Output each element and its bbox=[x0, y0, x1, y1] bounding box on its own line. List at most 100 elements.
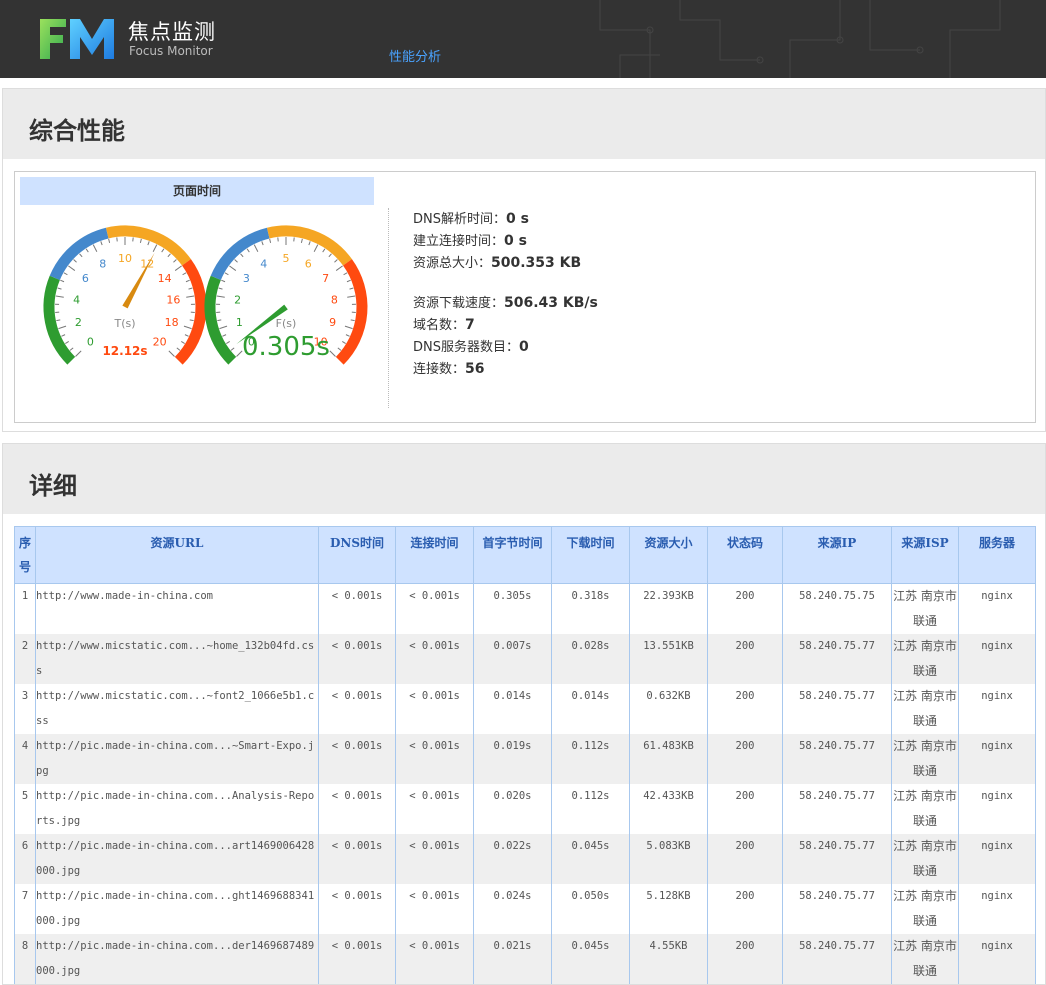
gauge-t-tick bbox=[148, 241, 149, 245]
logo-english-name: Focus Monitor bbox=[129, 44, 213, 58]
gauge-f-tick-label: 8 bbox=[331, 293, 338, 306]
gauge-f-tick-label: 2 bbox=[234, 293, 241, 306]
gauge-t-tick bbox=[186, 296, 194, 297]
gauge-t-axis-label: T(s) bbox=[113, 317, 135, 330]
cell-status: 200 bbox=[708, 584, 783, 635]
col-header-dns-time[interactable]: DNS时间 bbox=[319, 527, 396, 584]
col-header-url[interactable]: 资源URL bbox=[36, 527, 319, 584]
col-header-status[interactable]: 状态码 bbox=[708, 527, 783, 584]
cell-source-isp: 江苏 南京市 联通 bbox=[892, 884, 959, 934]
cell-url[interactable]: http://www.micstatic.com...~font2_1066e5… bbox=[36, 684, 319, 734]
cell-index: 2 bbox=[15, 634, 36, 684]
gauge-t-tick-label: 0 bbox=[87, 336, 94, 349]
table-row: 2http://www.micstatic.com...~home_132b04… bbox=[15, 634, 1036, 684]
details-title: 详细 bbox=[29, 466, 77, 501]
cell-first-byte-time: 0.024s bbox=[474, 884, 552, 934]
cell-index: 3 bbox=[15, 684, 36, 734]
cell-first-byte-time: 0.022s bbox=[474, 834, 552, 884]
col-header-size[interactable]: 资源大小 bbox=[630, 527, 708, 584]
col-header-connect-time[interactable]: 连接时间 bbox=[396, 527, 474, 584]
stat-download-speed: 资源下载速度：506.43 KB/s bbox=[413, 292, 598, 314]
cell-url[interactable]: http://pic.made-in-china.com...art146900… bbox=[36, 834, 319, 884]
cell-url[interactable]: http://www.micstatic.com...~home_132b04f… bbox=[36, 634, 319, 684]
cell-download-time: 0.045s bbox=[552, 834, 630, 884]
gauge-f-tick bbox=[342, 341, 345, 343]
cell-index: 6 bbox=[15, 834, 36, 884]
gauge-band bbox=[210, 278, 232, 361]
gauge-t-tick-label: 12 bbox=[140, 257, 154, 270]
cell-first-byte-time: 0.305s bbox=[474, 584, 552, 635]
gauge-t-tick bbox=[58, 326, 66, 328]
cell-source-ip: 58.240.75.77 bbox=[783, 884, 892, 934]
nav-performance-analysis[interactable]: 性能分析 bbox=[389, 46, 441, 65]
gauge-t-tick bbox=[175, 266, 181, 271]
gauge-t-tick bbox=[173, 259, 176, 262]
overview-header: 综合性能 bbox=[3, 89, 1045, 159]
gauge-t-tick bbox=[76, 351, 82, 357]
cell-connect-time: < 0.001s bbox=[396, 734, 474, 784]
stat-domain-count: 域名数：7 bbox=[413, 314, 598, 336]
gauge-t-tick bbox=[58, 288, 62, 289]
gauge-f-tick bbox=[219, 326, 227, 328]
stat-total-size: 资源总大小：500.353 KB bbox=[413, 252, 598, 274]
stat-connection-count: 连接数：56 bbox=[413, 358, 598, 380]
cell-download-time: 0.112s bbox=[552, 784, 630, 834]
cell-first-byte-time: 0.019s bbox=[474, 734, 552, 784]
gauge-f-axis-label: F(s) bbox=[276, 317, 297, 330]
gauge-f-tick bbox=[226, 341, 229, 343]
col-header-source-ip[interactable]: 来源IP bbox=[783, 527, 892, 584]
cell-url[interactable]: http://pic.made-in-china.com...Analysis-… bbox=[36, 784, 319, 834]
cell-server: nginx bbox=[959, 634, 1036, 684]
gauge-t-tick bbox=[74, 259, 77, 262]
col-header-first-byte-time[interactable]: 首字节时间 bbox=[474, 527, 552, 584]
table-row: 1http://www.made-in-china.com< 0.001s< 0… bbox=[15, 584, 1036, 635]
cell-status: 200 bbox=[708, 934, 783, 984]
gauge-t-tick bbox=[56, 296, 64, 297]
gauge-f-tick bbox=[247, 249, 249, 252]
cell-url[interactable]: http://pic.made-in-china.com...der146968… bbox=[36, 934, 319, 984]
gauge-f-tick bbox=[219, 288, 223, 289]
gauge-t-tick-label: 16 bbox=[166, 293, 180, 306]
gauge-f-tick bbox=[334, 259, 337, 262]
table-row: 6http://pic.made-in-china.com...art14690… bbox=[15, 834, 1036, 884]
gauge-f-tick bbox=[301, 239, 302, 243]
cell-url[interactable]: http://pic.made-in-china.com...ght146968… bbox=[36, 884, 319, 934]
details-section: 详细 序号 资源URL DNS时间 连接时间 首字节时间 下载时间 资源大小 状… bbox=[2, 443, 1046, 985]
cell-connect-time: < 0.001s bbox=[396, 784, 474, 834]
col-header-index[interactable]: 序号 bbox=[15, 527, 36, 584]
col-header-server[interactable]: 服务器 bbox=[959, 527, 1036, 584]
col-header-source-isp[interactable]: 来源ISP bbox=[892, 527, 959, 584]
cell-source-ip: 58.240.75.77 bbox=[783, 834, 892, 884]
cell-first-byte-time: 0.020s bbox=[474, 784, 552, 834]
cell-download-time: 0.112s bbox=[552, 734, 630, 784]
cell-url[interactable]: http://www.made-in-china.com bbox=[36, 584, 319, 635]
gauge-t-tick bbox=[183, 273, 186, 275]
gauge-f-tick bbox=[309, 241, 310, 245]
cell-source-ip: 58.240.75.75 bbox=[783, 584, 892, 635]
cell-source-ip: 58.240.75.77 bbox=[783, 634, 892, 684]
table-header-row: 序号 资源URL DNS时间 连接时间 首字节时间 下载时间 资源大小 状态码 … bbox=[15, 527, 1036, 584]
gauge-t-tick bbox=[64, 273, 67, 275]
gauge-f-tick bbox=[336, 266, 342, 271]
gauge-f-tick-label: 9 bbox=[329, 316, 336, 329]
gauge-f-tick bbox=[344, 273, 347, 275]
gauge-f-tick bbox=[221, 280, 225, 282]
gauge-f-tick bbox=[345, 326, 353, 328]
gauge-f-tick bbox=[217, 320, 221, 321]
cell-download-time: 0.045s bbox=[552, 934, 630, 984]
gauge-t-tick-label: 8 bbox=[99, 257, 106, 270]
gauge-t-tick bbox=[162, 249, 164, 252]
cell-index: 5 bbox=[15, 784, 36, 834]
gauge-f-tick bbox=[262, 241, 263, 245]
gauge-f-tick bbox=[347, 280, 351, 282]
gauge-t-tick-label: 20 bbox=[153, 336, 167, 349]
cell-first-byte-time: 0.021s bbox=[474, 934, 552, 984]
col-header-download-time[interactable]: 下载时间 bbox=[552, 527, 630, 584]
cell-size: 4.55KB bbox=[630, 934, 708, 984]
cell-download-time: 0.028s bbox=[552, 634, 630, 684]
gauge-f-tick-label: 4 bbox=[260, 257, 267, 270]
gauge-band bbox=[49, 278, 71, 361]
cell-source-isp: 江苏 南京市 联通 bbox=[892, 784, 959, 834]
cell-url[interactable]: http://pic.made-in-china.com...~Smart-Ex… bbox=[36, 734, 319, 784]
logo-chinese-name: 焦点监测 bbox=[128, 16, 216, 46]
